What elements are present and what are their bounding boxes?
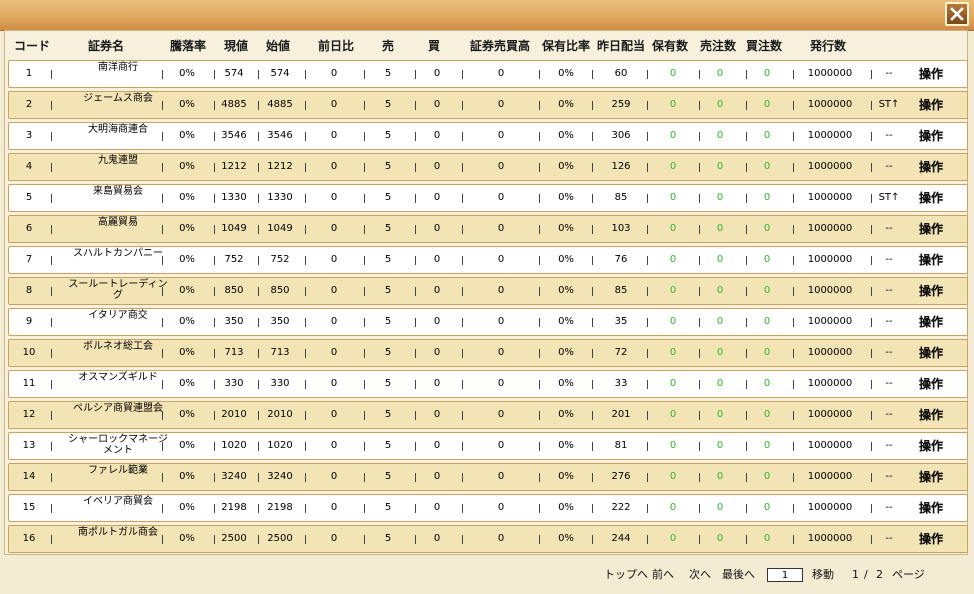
table-row: 16 0% 2500 2500 0 5 0 0 0% 244 0 0 0 1000000 -- 南ポルトガル商… <box>8 525 968 553</box>
operate-button[interactable]: 操作 <box>915 495 947 521</box>
table-row: 2 0% 4885 4885 0 5 0 0 0% 259 0 0 0 1000000 ST↑ ジェームス商会… <box>8 91 968 119</box>
cell-name[interactable]: ジェームス商会 <box>65 93 171 104</box>
table-row: 1 0% 574 574 0 5 0 0 0% 60 0 0 0 1000000 -- 南洋商行 操作 <box>8 60 968 88</box>
operate-button[interactable]: 操作 <box>915 154 947 180</box>
pager-slash: / <box>864 568 868 581</box>
cell-code: 5 <box>25 192 33 203</box>
pager-top-link[interactable]: トップへ <box>604 566 648 584</box>
table-row: 5 0% 1330 1330 0 5 0 0 0% 85 0 0 0 1000000 ST↑ 来島貿易会 操作 <box>8 184 968 212</box>
operate-button[interactable]: 操作 <box>915 123 947 149</box>
header-name: 証券名 <box>88 39 125 53</box>
table-row: 8 0% 850 850 0 5 0 0 0% 85 0 0 0 1000000 -- スールートレーディング… <box>8 277 968 305</box>
operate-button[interactable]: 操作 <box>915 526 947 552</box>
header-volume: 証券売買高 <box>470 39 531 53</box>
cell-name[interactable]: 来島貿易会 <box>65 186 171 197</box>
operate-button[interactable]: 操作 <box>915 185 947 211</box>
cell-code: 8 <box>25 285 33 296</box>
pager-prev-link[interactable]: 前へ <box>652 566 674 584</box>
operate-button[interactable]: 操作 <box>915 340 947 366</box>
table-row: 3 0% 3546 3546 0 5 0 0 0% 306 0 0 0 1000000 -- 大明海商連合 操作 <box>8 122 968 150</box>
header-open: 始値 <box>266 39 291 53</box>
operate-button[interactable]: 操作 <box>915 309 947 335</box>
cell-code: 12 <box>22 409 36 420</box>
cell-code: 10 <box>22 347 36 358</box>
cell-name[interactable]: ファレル範業 <box>65 465 171 476</box>
cell-code: 6 <box>25 223 33 234</box>
operate-button[interactable]: 操作 <box>915 464 947 490</box>
header-diff: 前日比 <box>318 39 355 53</box>
pager-page-label: ページ <box>892 568 925 581</box>
cell-name[interactable]: 高麗貿易 <box>65 217 171 228</box>
pager-last-link[interactable]: 最後へ <box>722 566 755 584</box>
table-row: 10 0% 713 713 0 5 0 0 0% 72 0 0 0 1000000 -- ボルネオ総工会 操作 <box>8 339 968 367</box>
cell-code: 9 <box>25 316 33 327</box>
header-price: 現値 <box>224 39 249 53</box>
header-code: コード <box>14 39 51 53</box>
pager-total-pages: 2 <box>876 568 883 581</box>
cell-name[interactable]: ボルネオ総工会 <box>65 341 171 352</box>
stock-table-body: 1 0% 574 574 0 5 0 0 0% 60 0 0 0 1000000 -- 南洋商行 操作 2 0% 48… <box>8 60 968 556</box>
operate-button[interactable]: 操作 <box>915 92 947 118</box>
operate-button[interactable]: 操作 <box>915 278 947 304</box>
cell-name[interactable]: シャーロックマネージメント <box>65 434 171 456</box>
cell-name[interactable]: 南洋商行 <box>65 62 171 73</box>
pagination: トップへ 前へ 次へ 最後へ 移動 1 / 2 ページ <box>0 566 974 584</box>
header-issued: 発行数 <box>810 39 847 53</box>
close-button[interactable] <box>945 2 969 26</box>
cell-code: 16 <box>22 533 36 544</box>
cell-code: 15 <box>22 502 36 513</box>
cell-name[interactable]: オスマンズギルド <box>65 372 171 383</box>
operate-button[interactable]: 操作 <box>915 433 947 459</box>
cell-name[interactable]: イベリア商貿会 <box>65 496 171 507</box>
cell-code: 4 <box>25 161 33 172</box>
table-row: 15 0% 2198 2198 0 5 0 0 0% 222 0 0 0 1000000 -- イベリア商貿会… <box>8 494 968 522</box>
cell-code: 1 <box>25 68 33 79</box>
table-row: 6 0% 1049 1049 0 5 0 0 0% 103 0 0 0 1000000 -- 高麗貿易 操作 <box>8 215 968 243</box>
header-buy: 買 <box>428 39 441 53</box>
operate-button[interactable]: 操作 <box>915 247 947 273</box>
window-title-bar <box>0 0 974 31</box>
operate-button[interactable]: 操作 <box>915 216 947 242</box>
operate-button[interactable]: 操作 <box>915 402 947 428</box>
table-row: 14 0% 3240 3240 0 5 0 0 0% 276 0 0 0 1000000 -- ファレル範業操… <box>8 463 968 491</box>
table-row: 13 0% 1020 1020 0 5 0 0 0% 81 0 0 0 1000000 -- シャーロックマネ… <box>8 432 968 460</box>
cell-name[interactable]: 大明海商連合 <box>65 124 171 135</box>
cell-code: 11 <box>22 378 36 389</box>
header-held: 保有数 <box>652 39 689 53</box>
pager-go-button[interactable]: 移動 <box>812 566 834 584</box>
cell-name[interactable]: イタリア商交 <box>65 310 171 321</box>
cell-name[interactable]: ペルシア商貿連盟会 <box>65 403 171 414</box>
table-row: 11 0% 330 330 0 5 0 0 0% 33 0 0 0 1000000 -- オスマンズギルド 操作 <box>8 370 968 398</box>
cell-code: 3 <box>25 130 33 141</box>
header-sell-orders: 売注数 <box>700 39 737 53</box>
page-number-input[interactable] <box>767 568 803 582</box>
cell-name[interactable]: スールートレーディング <box>65 279 171 301</box>
header-rate: 騰落率 <box>170 39 207 53</box>
cell-code: 13 <box>22 440 36 451</box>
table-header: コード 証券名 騰落率 現値 始値 前日比 売 買 証券売買高 保有比率 昨日配… <box>0 36 974 56</box>
cell-code: 14 <box>22 471 36 482</box>
header-dividend: 昨日配当 <box>597 39 646 53</box>
pager-next-link[interactable]: 次へ <box>689 566 711 584</box>
cell-code: 2 <box>25 99 33 110</box>
cell-name[interactable]: 九鬼連盟 <box>65 155 171 166</box>
cell-code: 7 <box>25 254 33 265</box>
operate-button[interactable]: 操作 <box>915 371 947 397</box>
header-hold-ratio: 保有比率 <box>542 39 591 53</box>
header-buy-orders: 買注数 <box>746 39 783 53</box>
close-icon <box>950 7 964 21</box>
pager-current-page: 1 <box>852 568 859 581</box>
table-row: 9 0% 350 350 0 5 0 0 0% 35 0 0 0 1000000 -- イタリア商交 操作 <box>8 308 968 336</box>
cell-name[interactable]: スハルトカンパニー <box>65 248 171 259</box>
operate-button[interactable]: 操作 <box>915 61 947 87</box>
table-row: 12 0% 2010 2010 0 5 0 0 0% 201 0 0 0 1000000 -- ペルシア商貿連… <box>8 401 968 429</box>
header-sell: 売 <box>382 39 395 53</box>
cell-name[interactable]: 南ポルトガル商会 <box>65 527 171 538</box>
table-row: 4 0% 1212 1212 0 5 0 0 0% 126 0 0 0 1000000 -- 九鬼連盟 操作 <box>8 153 968 181</box>
table-row: 7 0% 752 752 0 5 0 0 0% 76 0 0 0 1000000 -- スハルトカンパニー 操作 <box>8 246 968 274</box>
